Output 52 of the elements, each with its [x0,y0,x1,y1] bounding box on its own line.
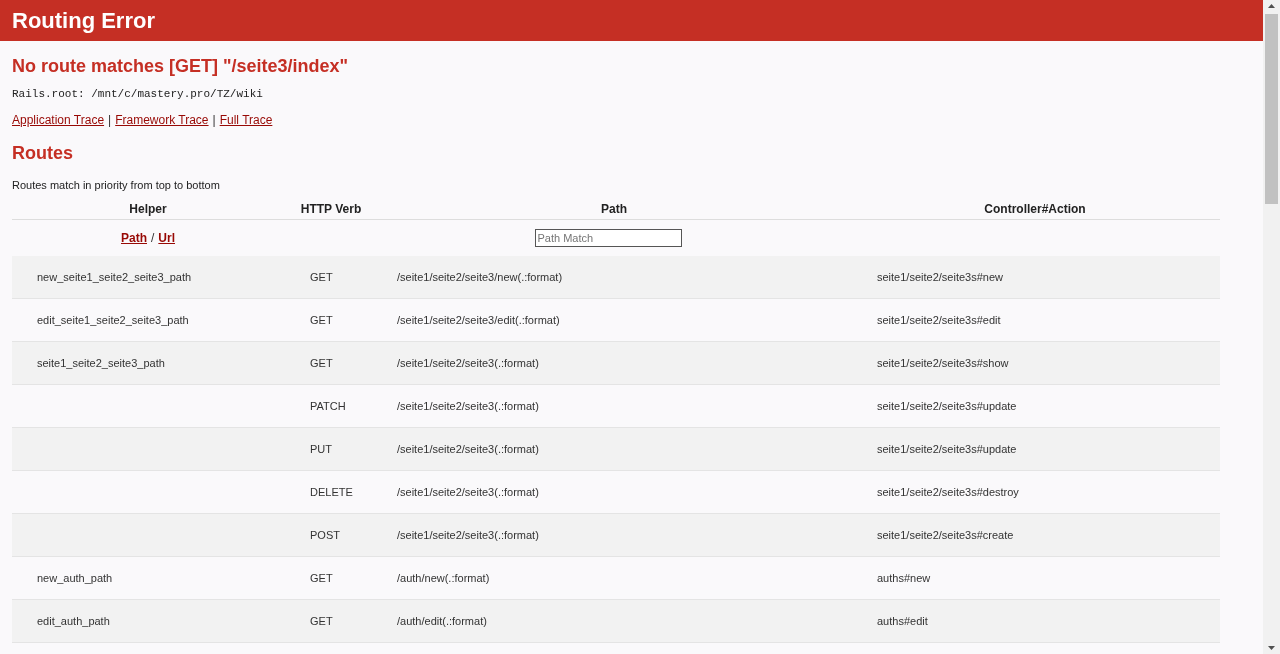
path-match-field[interactable]: Path Match [534,229,682,247]
page-title: Routing Error [12,7,155,34]
column-header: HTTP Verb [300,202,362,216]
scrollbar-thumb[interactable] [1265,14,1278,204]
helper-cell: new_auth_path [37,572,113,584]
verb-cell: PUT [310,443,332,455]
separator-text: | [108,113,112,127]
verb-cell: POST [310,529,340,541]
helper-cell: seite1_seite2_seite3_path [37,357,165,369]
action-cell: seite1/seite2/seite3s#show [877,357,1009,369]
trace-link[interactable]: Framework Trace [115,113,209,127]
scrollbar[interactable] [1263,0,1280,654]
verb-cell: GET [310,271,333,283]
path-cell: /auth/edit(.:format) [397,615,487,627]
path-cell: /seite1/seite2/seite3(.:format) [397,357,539,369]
helper-cell: new_seite1_seite2_seite3_path [37,271,192,283]
action-cell: seite1/seite2/seite3s#new [877,271,1003,283]
separator-text: / [151,231,155,245]
column-header: Path [601,202,627,216]
error-message: No route matches [GET] "/seite3/index" [12,55,350,77]
path-toggle-link[interactable]: Path [121,231,147,245]
action-cell: seite1/seite2/seite3s#destroy [877,486,1019,498]
action-cell: seite1/seite2/seite3s#edit [877,314,1001,326]
action-cell: auths#new [877,572,931,584]
path-cell: /seite1/seite2/seite3(.:format) [397,486,539,498]
rails-root-text: Rails.root: /mnt/c/mastery.pro/TZ/wiki [12,87,264,101]
verb-cell: DELETE [310,486,353,498]
routes-heading: Routes [12,142,74,164]
verb-cell: GET [310,357,333,369]
action-cell: seite1/seite2/seite3s#update [877,400,1017,412]
trace-link[interactable]: Full Trace [219,113,273,127]
path-cell: /seite1/seite2/seite3(.:format) [397,400,539,412]
verb-cell: GET [310,572,333,584]
path-cell: /auth/new(.:format) [397,572,490,584]
helper-cell: edit_seite1_seite2_seite3_path [37,314,189,326]
path-cell: /seite1/seite2/seite3(.:format) [397,529,539,541]
url-toggle-link[interactable]: Url [158,231,175,245]
column-header: Controller#Action [984,202,1086,216]
routes-description: Routes match in priority from top to bottom [12,178,221,192]
path-cell: /seite1/seite2/seite3/edit(.:format) [397,314,560,326]
action-cell: auths#edit [877,615,928,627]
verb-cell: GET [310,615,333,627]
separator-text: | [212,113,216,127]
helper-cell: edit_auth_path [37,615,110,627]
path-cell: /seite1/seite2/seite3(.:format) [397,443,539,455]
column-header: Helper [129,202,167,216]
verb-cell: GET [310,314,333,326]
action-cell: seite1/seite2/seite3s#create [877,529,1014,541]
verb-cell: PATCH [310,400,346,412]
path-cell: /seite1/seite2/seite3/new(.:format) [397,271,563,283]
trace-link[interactable]: Application Trace [12,113,105,127]
action-cell: seite1/seite2/seite3s#update [877,443,1017,455]
